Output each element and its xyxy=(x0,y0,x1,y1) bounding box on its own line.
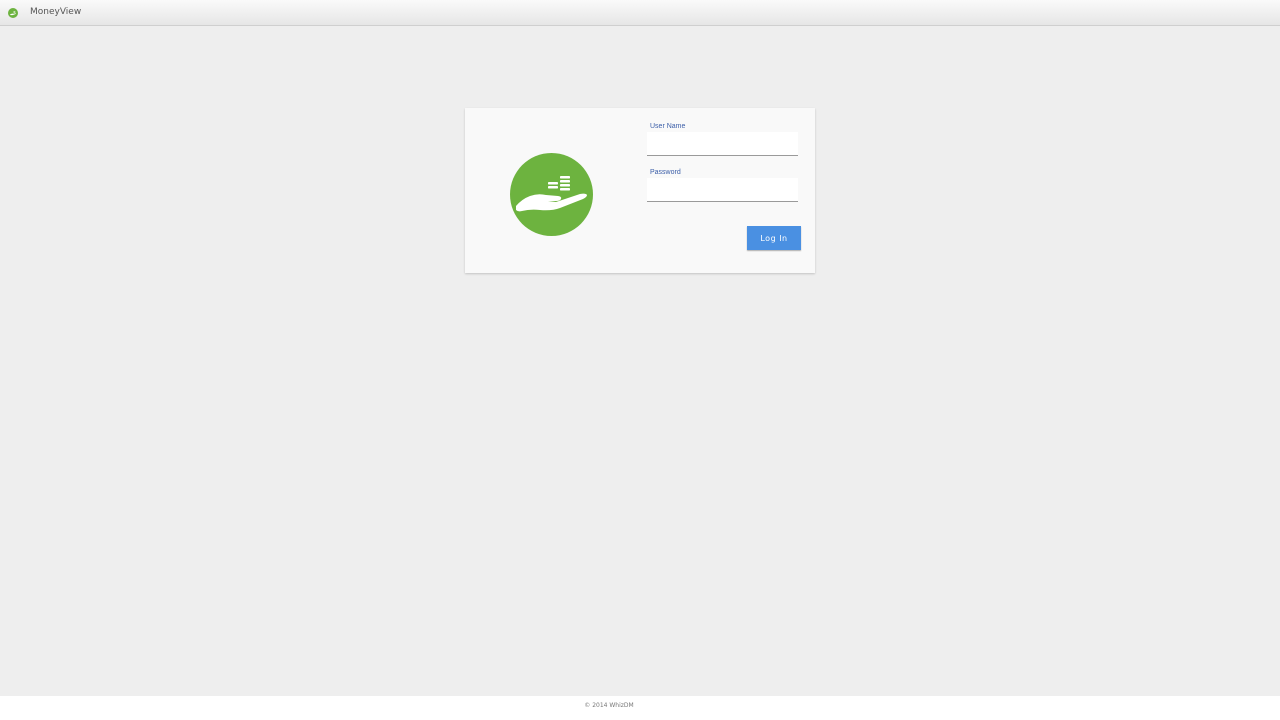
title-bar: MoneyView xyxy=(0,0,1280,26)
app-window: MoneyView User Name Password Log In © 20… xyxy=(0,0,1280,720)
copyright-text: © 2014 WhizDM xyxy=(584,702,634,709)
login-button[interactable]: Log In xyxy=(747,226,801,250)
window-title: MoneyView xyxy=(30,7,82,17)
moneyview-app-icon xyxy=(8,8,18,18)
password-input[interactable] xyxy=(647,178,798,202)
footer: © 2014 WhizDM xyxy=(0,696,1280,720)
username-label: User Name xyxy=(650,123,686,130)
password-label: Password xyxy=(650,169,681,176)
hand-holding-coins-icon xyxy=(510,153,593,236)
login-card: User Name Password Log In xyxy=(465,108,815,273)
username-input[interactable] xyxy=(647,132,798,156)
